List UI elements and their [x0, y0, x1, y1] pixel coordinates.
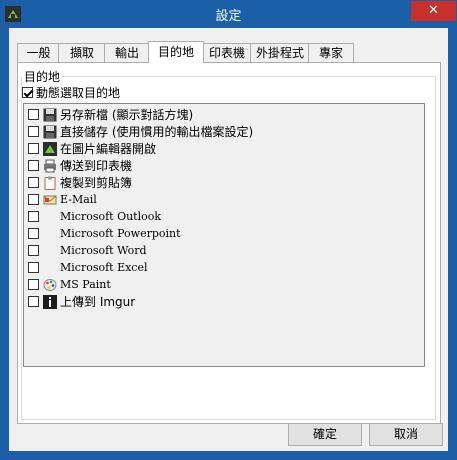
item-label: 上傳到 Imgur: [60, 295, 136, 309]
item-checkbox[interactable]: [28, 228, 39, 239]
list-item-email[interactable]: E-Mail: [28, 191, 97, 208]
item-checkbox[interactable]: [28, 109, 39, 120]
tab-general[interactable]: 一般: [17, 43, 60, 62]
item-label: MS Paint: [60, 278, 111, 291]
clipboard-icon: [44, 176, 56, 190]
item-checkbox[interactable]: [28, 245, 39, 256]
outlook-blank-icon: [43, 210, 57, 224]
tab-printer[interactable]: 印表機: [202, 43, 252, 62]
dialog-client-area: 一般 擷取 輸出 目的地 印表機 外掛程式 專家 目的地 動態選取目的地 另存新…: [9, 28, 448, 451]
item-label: Microsoft Powerpoint: [60, 227, 181, 240]
list-item-open-in-editor[interactable]: 在圖片編輯器開啟: [28, 140, 156, 157]
list-item-clipboard[interactable]: 複製到剪貼簿: [28, 174, 132, 191]
list-item-powerpoint[interactable]: Microsoft Powerpoint: [28, 225, 181, 242]
destination-tab-panel: 目的地 動態選取目的地 另存新檔 (顯示對話方塊) 直接儲存 (使用慣用的輸出檔…: [17, 62, 441, 424]
floppy-disk-icon: [43, 108, 57, 121]
list-item-word[interactable]: Microsoft Word: [28, 242, 147, 259]
settings-window: 設定 ✕ 一般 擷取 輸出 目的地 印表機 外掛程式 專家 目的地 動態選取目的…: [0, 0, 457, 460]
auto-select-destination-checkbox[interactable]: 動態選取目的地: [22, 84, 120, 100]
item-checkbox[interactable]: [28, 160, 39, 171]
item-checkbox[interactable]: [28, 262, 39, 273]
item-label: Microsoft Outlook: [60, 210, 162, 223]
item-label: Microsoft Word: [60, 244, 147, 257]
item-label: Microsoft Excel: [60, 261, 148, 274]
item-label: E-Mail: [60, 193, 97, 206]
tab-expert[interactable]: 專家: [308, 43, 354, 62]
close-button[interactable]: ✕: [411, 1, 456, 21]
paint-palette-icon: [43, 278, 57, 291]
item-label: 複製到剪貼簿: [60, 176, 133, 190]
list-item-printer[interactable]: 傳送到印表機: [28, 157, 132, 174]
item-checkbox[interactable]: [28, 211, 39, 222]
title-bar[interactable]: 設定 ✕: [1, 1, 456, 28]
ok-button[interactable]: 確定: [288, 423, 362, 446]
item-checkbox[interactable]: [28, 194, 39, 205]
list-item-ms-paint[interactable]: MS Paint: [28, 276, 111, 293]
item-checkbox[interactable]: [28, 296, 39, 307]
item-checkbox[interactable]: [28, 126, 39, 137]
item-label: 另存新檔 (顯示對話方塊): [60, 108, 194, 122]
item-label: 直接儲存 (使用慣用的輸出檔案設定): [60, 125, 254, 139]
auto-select-checkmark[interactable]: [22, 86, 33, 98]
item-label: 在圖片編輯器開啟: [60, 142, 157, 156]
cancel-button[interactable]: 取消: [369, 423, 443, 446]
item-checkbox[interactable]: [28, 143, 39, 154]
list-item-save-as[interactable]: 另存新檔 (顯示對話方塊): [28, 106, 193, 123]
excel-blank-icon: [43, 261, 57, 275]
powerpoint-blank-icon: [43, 227, 57, 241]
tab-capture[interactable]: 擷取: [58, 43, 106, 62]
list-item-imgur[interactable]: 上傳到 Imgur: [28, 293, 135, 310]
printer-icon: [44, 159, 56, 172]
greenshot-icon: [43, 141, 57, 156]
item-checkbox[interactable]: [28, 177, 39, 188]
list-item-save-direct[interactable]: 直接儲存 (使用慣用的輸出檔案設定): [28, 123, 253, 140]
destination-list[interactable]: 另存新檔 (顯示對話方塊) 直接儲存 (使用慣用的輸出檔案設定) 在圖片編輯器開…: [23, 103, 425, 367]
tab-destination[interactable]: 目的地: [148, 41, 204, 63]
auto-select-label: 動態選取目的地: [36, 85, 121, 100]
window-title: 設定: [215, 9, 242, 24]
list-item-outlook[interactable]: Microsoft Outlook: [28, 208, 161, 225]
email-icon: [43, 195, 57, 204]
floppy-disk-icon: [43, 125, 57, 138]
tab-output[interactable]: 輸出: [104, 43, 150, 62]
destination-group-label: 目的地: [22, 68, 63, 85]
item-label: 傳送到印表機: [60, 159, 133, 173]
imgur-icon: [43, 294, 57, 309]
item-checkbox[interactable]: [28, 279, 39, 290]
word-blank-icon: [43, 244, 57, 258]
list-item-excel[interactable]: Microsoft Excel: [28, 259, 148, 276]
tab-plugins[interactable]: 外掛程式: [250, 43, 310, 62]
